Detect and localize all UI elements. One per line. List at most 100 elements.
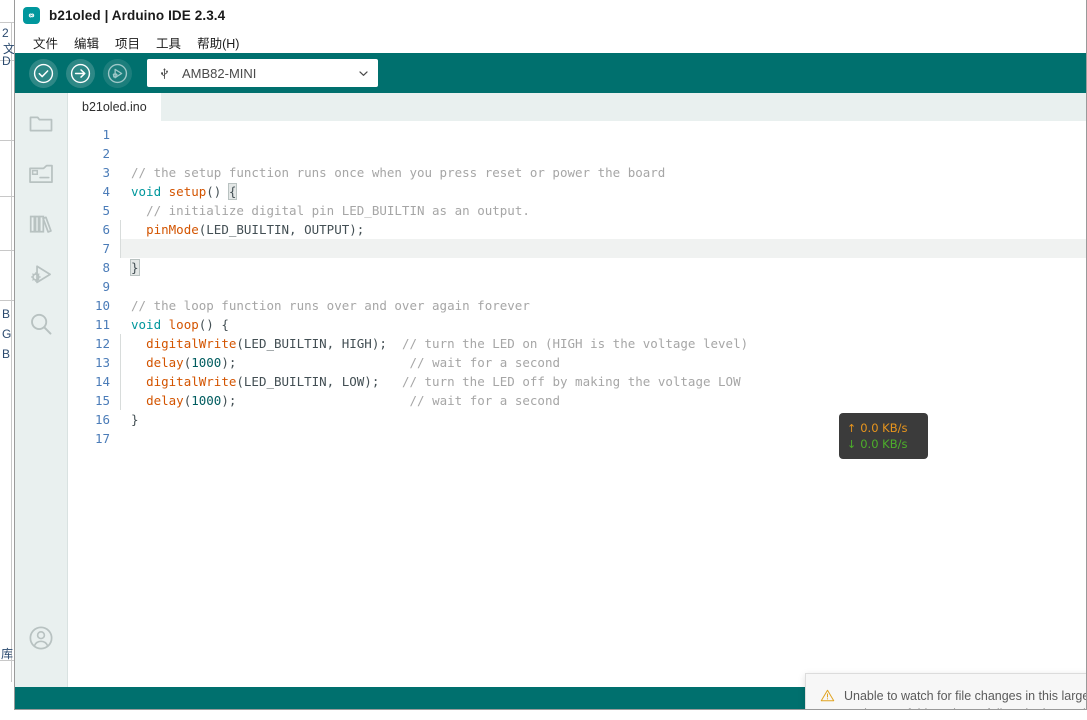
code-token-comment: // the loop function runs over and over … — [131, 298, 530, 313]
bg-window-edge — [11, 22, 12, 682]
menu-item-sketch[interactable]: 项目 — [107, 31, 148, 54]
debug-button[interactable] — [103, 58, 132, 88]
bg-text-fragment: 库 — [1, 647, 14, 661]
sidebar-item-account[interactable] — [16, 615, 66, 665]
board-manager-icon — [27, 160, 55, 193]
code-token-plain: ); — [221, 393, 410, 408]
download-speed-value: 0.0 KB/s — [860, 437, 908, 451]
code-line[interactable] — [131, 277, 1086, 296]
verify-button[interactable] — [29, 58, 58, 88]
folder-icon — [27, 110, 55, 143]
code-token-brace: } — [130, 259, 140, 276]
code-line[interactable]: delay(1000); // wait for a second — [131, 353, 1086, 372]
code-line[interactable] — [131, 144, 1086, 163]
indent-guide — [120, 334, 121, 410]
editor-column: b21oled.ino 1 2 3 4 5 6 7 8 9 10 11 12 13 14 15 16 17 //… — [68, 93, 1086, 709]
line-number: 16 — [94, 412, 110, 427]
upload-speed-row: ↑ 0.0 KB/s — [847, 421, 920, 435]
line-number: 5 — [102, 203, 110, 218]
code-editor[interactable]: 1 2 3 4 5 6 7 8 9 10 11 12 13 14 15 16 17 // the setup f… — [68, 121, 1086, 687]
code-line[interactable]: } — [131, 410, 1086, 429]
tab-strip: b21oled.ino — [68, 93, 1086, 121]
line-number: 2 — [102, 146, 110, 161]
upload-button[interactable] — [66, 58, 95, 88]
code-line[interactable]: delay(1000); // wait for a second — [131, 391, 1086, 410]
code-line[interactable]: // initialize digital pin LED_BUILTIN as… — [131, 201, 1086, 220]
code-line[interactable]: digitalWrite(LED_BUILTIN, HIGH); // turn… — [131, 334, 1086, 353]
code-line[interactable] — [131, 239, 1086, 258]
board-selector[interactable]: AMB82-MINI — [147, 59, 378, 87]
menu-item-tools[interactable]: 工具 — [148, 31, 189, 54]
arduino-ide-window: b21oled | Arduino IDE 2.3.4 文件 编辑 项目 工具 帮助(H… — [14, 0, 1087, 710]
code-line[interactable]: void setup() { — [131, 182, 1086, 201]
code-token-func: digitalWrite — [146, 336, 237, 351]
code-token-func: setup — [168, 184, 207, 199]
menu-item-edit[interactable]: 编辑 — [66, 31, 107, 54]
sidebar-item-search[interactable] — [16, 301, 66, 351]
code-line[interactable]: } — [130, 258, 1086, 277]
code-line[interactable]: pinMode(LED_BUILTIN, OUTPUT); — [131, 220, 1086, 239]
usb-icon — [157, 66, 172, 81]
line-number: 12 — [94, 336, 110, 351]
code-line[interactable]: void loop() { — [131, 315, 1086, 334]
download-speed-row: ↓ 0.0 KB/s — [847, 437, 920, 451]
indent-guide — [120, 220, 121, 258]
code-token-plain: () { — [198, 317, 229, 332]
code-token-func: delay — [146, 393, 184, 408]
warning-triangle-icon — [820, 688, 835, 709]
code-line[interactable]: // the setup function runs once when you… — [131, 163, 1086, 182]
main-body: b21oled.ino 1 2 3 4 5 6 7 8 9 10 11 12 13 14 15 16 17 //… — [15, 93, 1086, 709]
arduino-infinity-logo-icon — [23, 7, 40, 24]
code-line[interactable] — [131, 429, 1086, 448]
menu-bar: 文件 编辑 项目 工具 帮助(H) — [15, 31, 1086, 53]
sidebar-item-debug[interactable] — [16, 251, 66, 301]
menu-item-help[interactable]: 帮助(H) — [189, 31, 247, 54]
line-number: 8 — [102, 260, 110, 275]
code-line[interactable]: // the loop function runs over and over … — [131, 296, 1086, 315]
sidebar-item-boards-manager[interactable] — [16, 151, 66, 201]
bg-text-fragment: G — [2, 327, 12, 341]
line-number: 9 — [102, 279, 110, 294]
code-token-keyword: void — [131, 184, 162, 199]
line-number: 6 — [102, 222, 110, 237]
code-token-plain: } — [131, 412, 139, 427]
activity-sidebar — [15, 93, 68, 687]
notification-toast[interactable]: Unable to watch for file changes in this… — [805, 673, 1087, 709]
line-number-gutter: 1 2 3 4 5 6 7 8 9 10 11 12 13 14 15 16 17 — [68, 121, 120, 687]
chevron-down-icon — [357, 67, 370, 80]
code-token-comment: // turn the LED off by making the voltag… — [401, 374, 741, 389]
code-token-comment: // the setup function runs once when you… — [131, 165, 666, 180]
code-line[interactable] — [131, 125, 1086, 144]
code-token-plain: () — [206, 184, 229, 199]
line-number: 14 — [94, 374, 110, 389]
arrow-down-icon: ↓ — [847, 437, 857, 451]
code-content[interactable]: // the setup function runs once when you… — [120, 121, 1086, 687]
sidebar-item-sketchbook[interactable] — [16, 101, 66, 151]
code-token-func: pinMode — [146, 222, 199, 237]
notification-message: Unable to watch for file changes in this… — [844, 689, 1087, 709]
code-token-func: digitalWrite — [146, 374, 237, 389]
editor-tab-0[interactable]: b21oled.ino — [68, 93, 161, 121]
debug-icon — [27, 260, 55, 293]
sidebar-item-library-manager[interactable] — [16, 201, 66, 251]
code-lines: // the setup function runs once when you… — [130, 125, 1086, 448]
window-title: b21oled | Arduino IDE 2.3.4 — [49, 8, 226, 23]
code-token-func: loop — [168, 317, 199, 332]
bg-text-fragment: B — [2, 307, 11, 321]
network-speed-widget: ↑ 0.0 KB/s ↓ 0.0 KB/s — [839, 413, 928, 459]
code-token-num: 1000 — [191, 355, 222, 370]
line-number: 4 — [102, 184, 110, 199]
line-number: 10 — [94, 298, 110, 313]
code-token-comment: // wait for a second — [409, 393, 561, 408]
code-token-comment: // initialize digital pin LED_BUILTIN as… — [146, 203, 530, 218]
line-number: 7 — [102, 241, 110, 256]
menu-item-file[interactable]: 文件 — [25, 31, 66, 54]
code-line[interactable]: digitalWrite(LED_BUILTIN, LOW); // turn … — [131, 372, 1086, 391]
line-number: 3 — [102, 165, 110, 180]
code-token-num: 1000 — [191, 393, 222, 408]
